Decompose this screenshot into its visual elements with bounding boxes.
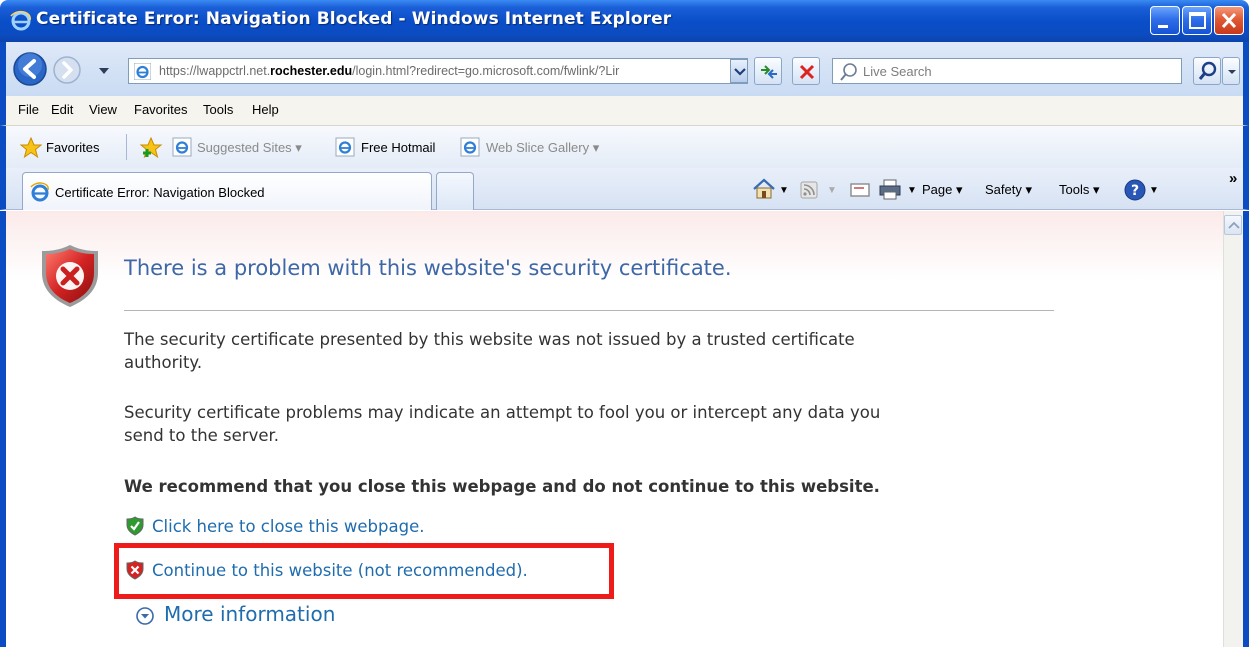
continue-to-website-link[interactable]: Continue to this website (not recommende… [152, 561, 528, 580]
red-shield-x-icon [126, 560, 144, 580]
chevron-down-icon [734, 68, 746, 76]
fav-web-slice-gallery[interactable]: Web Slice Gallery ▾ [486, 140, 599, 156]
scroll-up-button[interactable] [1224, 215, 1242, 235]
home-dropdown-icon[interactable]: ▼ [779, 185, 789, 196]
expand-circle-icon[interactable] [135, 606, 155, 626]
feeds-dropdown-icon[interactable]: ▼ [827, 185, 837, 196]
suggested-sites-ie-icon [172, 137, 192, 157]
forward-button[interactable] [52, 55, 82, 85]
history-dropdown-icon[interactable] [98, 66, 110, 76]
read-mail-icon[interactable] [850, 182, 870, 198]
certificate-risk-message: Security certificate problems may indica… [124, 403, 881, 445]
window-title: Certificate Error: Navigation Blocked - … [36, 9, 672, 29]
menu-edit[interactable]: Edit [51, 102, 73, 117]
favorites-button[interactable]: Favorites [46, 140, 99, 155]
search-go-button[interactable] [1193, 57, 1221, 85]
search-placeholder: Live Search [863, 64, 932, 79]
web-slice-ie-icon [460, 137, 480, 157]
add-to-favorites-icon[interactable] [139, 137, 163, 159]
address-bar[interactable]: https://lwappctrl.net.rochester.edu/logi… [128, 58, 748, 84]
safety-menu-button[interactable]: Safety ▾ [985, 182, 1032, 198]
ie-logo-icon [10, 10, 31, 31]
maximize-icon [1189, 12, 1206, 29]
magnifier-icon [1198, 61, 1217, 80]
tab-title: Certificate Error: Navigation Blocked [55, 185, 265, 200]
menu-view[interactable]: View [89, 102, 117, 117]
fav-suggested-sites[interactable]: Suggested Sites ▾ [197, 140, 302, 156]
address-dropdown-button[interactable] [730, 59, 748, 83]
chevron-up-icon [1228, 221, 1240, 229]
close-icon [1221, 12, 1237, 29]
menu-help[interactable]: Help [252, 102, 279, 117]
rss-feed-icon[interactable] [800, 181, 818, 199]
close-webpage-link[interactable]: Click here to close this webpage. [152, 517, 424, 536]
toolbar-overflow-chevron[interactable]: » [1229, 170, 1237, 187]
help-icon[interactable]: ? [1123, 178, 1147, 202]
print-icon[interactable] [878, 178, 902, 200]
new-tab-button[interactable] [436, 172, 474, 210]
vertical-scrollbar[interactable] [1223, 211, 1243, 647]
recommendation-text: We recommend that you close this webpage… [124, 477, 880, 496]
page-menu-button[interactable]: Page ▾ [922, 182, 963, 198]
favorites-star-icon [20, 137, 42, 159]
close-window-button[interactable] [1214, 6, 1244, 35]
search-icon [840, 63, 857, 81]
menu-favorites[interactable]: Favorites [134, 102, 187, 117]
certificate-issuer-message: The security certificate presented by th… [124, 330, 855, 372]
ie-logo-icon [30, 182, 49, 202]
help-dropdown-icon[interactable]: ▼ [1149, 185, 1159, 196]
favorites-divider [126, 134, 127, 160]
minimize-button[interactable] [1150, 6, 1180, 35]
title-bar[interactable]: Certificate Error: Navigation Blocked - … [0, 0, 1249, 42]
tools-menu-button[interactable]: Tools ▾ [1059, 182, 1100, 198]
maximize-button[interactable] [1182, 6, 1212, 35]
print-dropdown-icon[interactable]: ▼ [907, 185, 917, 196]
stop-button[interactable] [792, 57, 820, 85]
error-shield-icon [42, 245, 98, 307]
menu-file[interactable]: File [18, 102, 39, 117]
chevron-down-icon [1228, 70, 1236, 74]
search-input[interactable]: Live Search [832, 58, 1182, 84]
address-url[interactable]: https://lwappctrl.net.rochester.edu/logi… [159, 64, 737, 78]
more-information-link[interactable]: More information [164, 602, 335, 626]
refresh-button[interactable] [754, 57, 782, 85]
menu-tools[interactable]: Tools [203, 102, 233, 117]
search-provider-dropdown[interactable] [1222, 57, 1240, 85]
page-ie-icon [134, 63, 151, 80]
free-hotmail-ie-icon [335, 137, 355, 157]
green-shield-check-icon [126, 516, 144, 536]
heading-divider [124, 310, 1054, 311]
fav-free-hotmail[interactable]: Free Hotmail [361, 140, 435, 155]
back-button[interactable] [12, 51, 48, 87]
svg-text:?: ? [1131, 183, 1139, 199]
refresh-icon [761, 65, 777, 79]
home-icon[interactable] [752, 178, 776, 200]
tab-certificate-error[interactable]: Certificate Error: Navigation Blocked [22, 172, 432, 210]
error-heading: There is a problem with this website's s… [124, 256, 732, 280]
stop-icon [799, 64, 815, 80]
minimize-icon [1158, 25, 1168, 28]
